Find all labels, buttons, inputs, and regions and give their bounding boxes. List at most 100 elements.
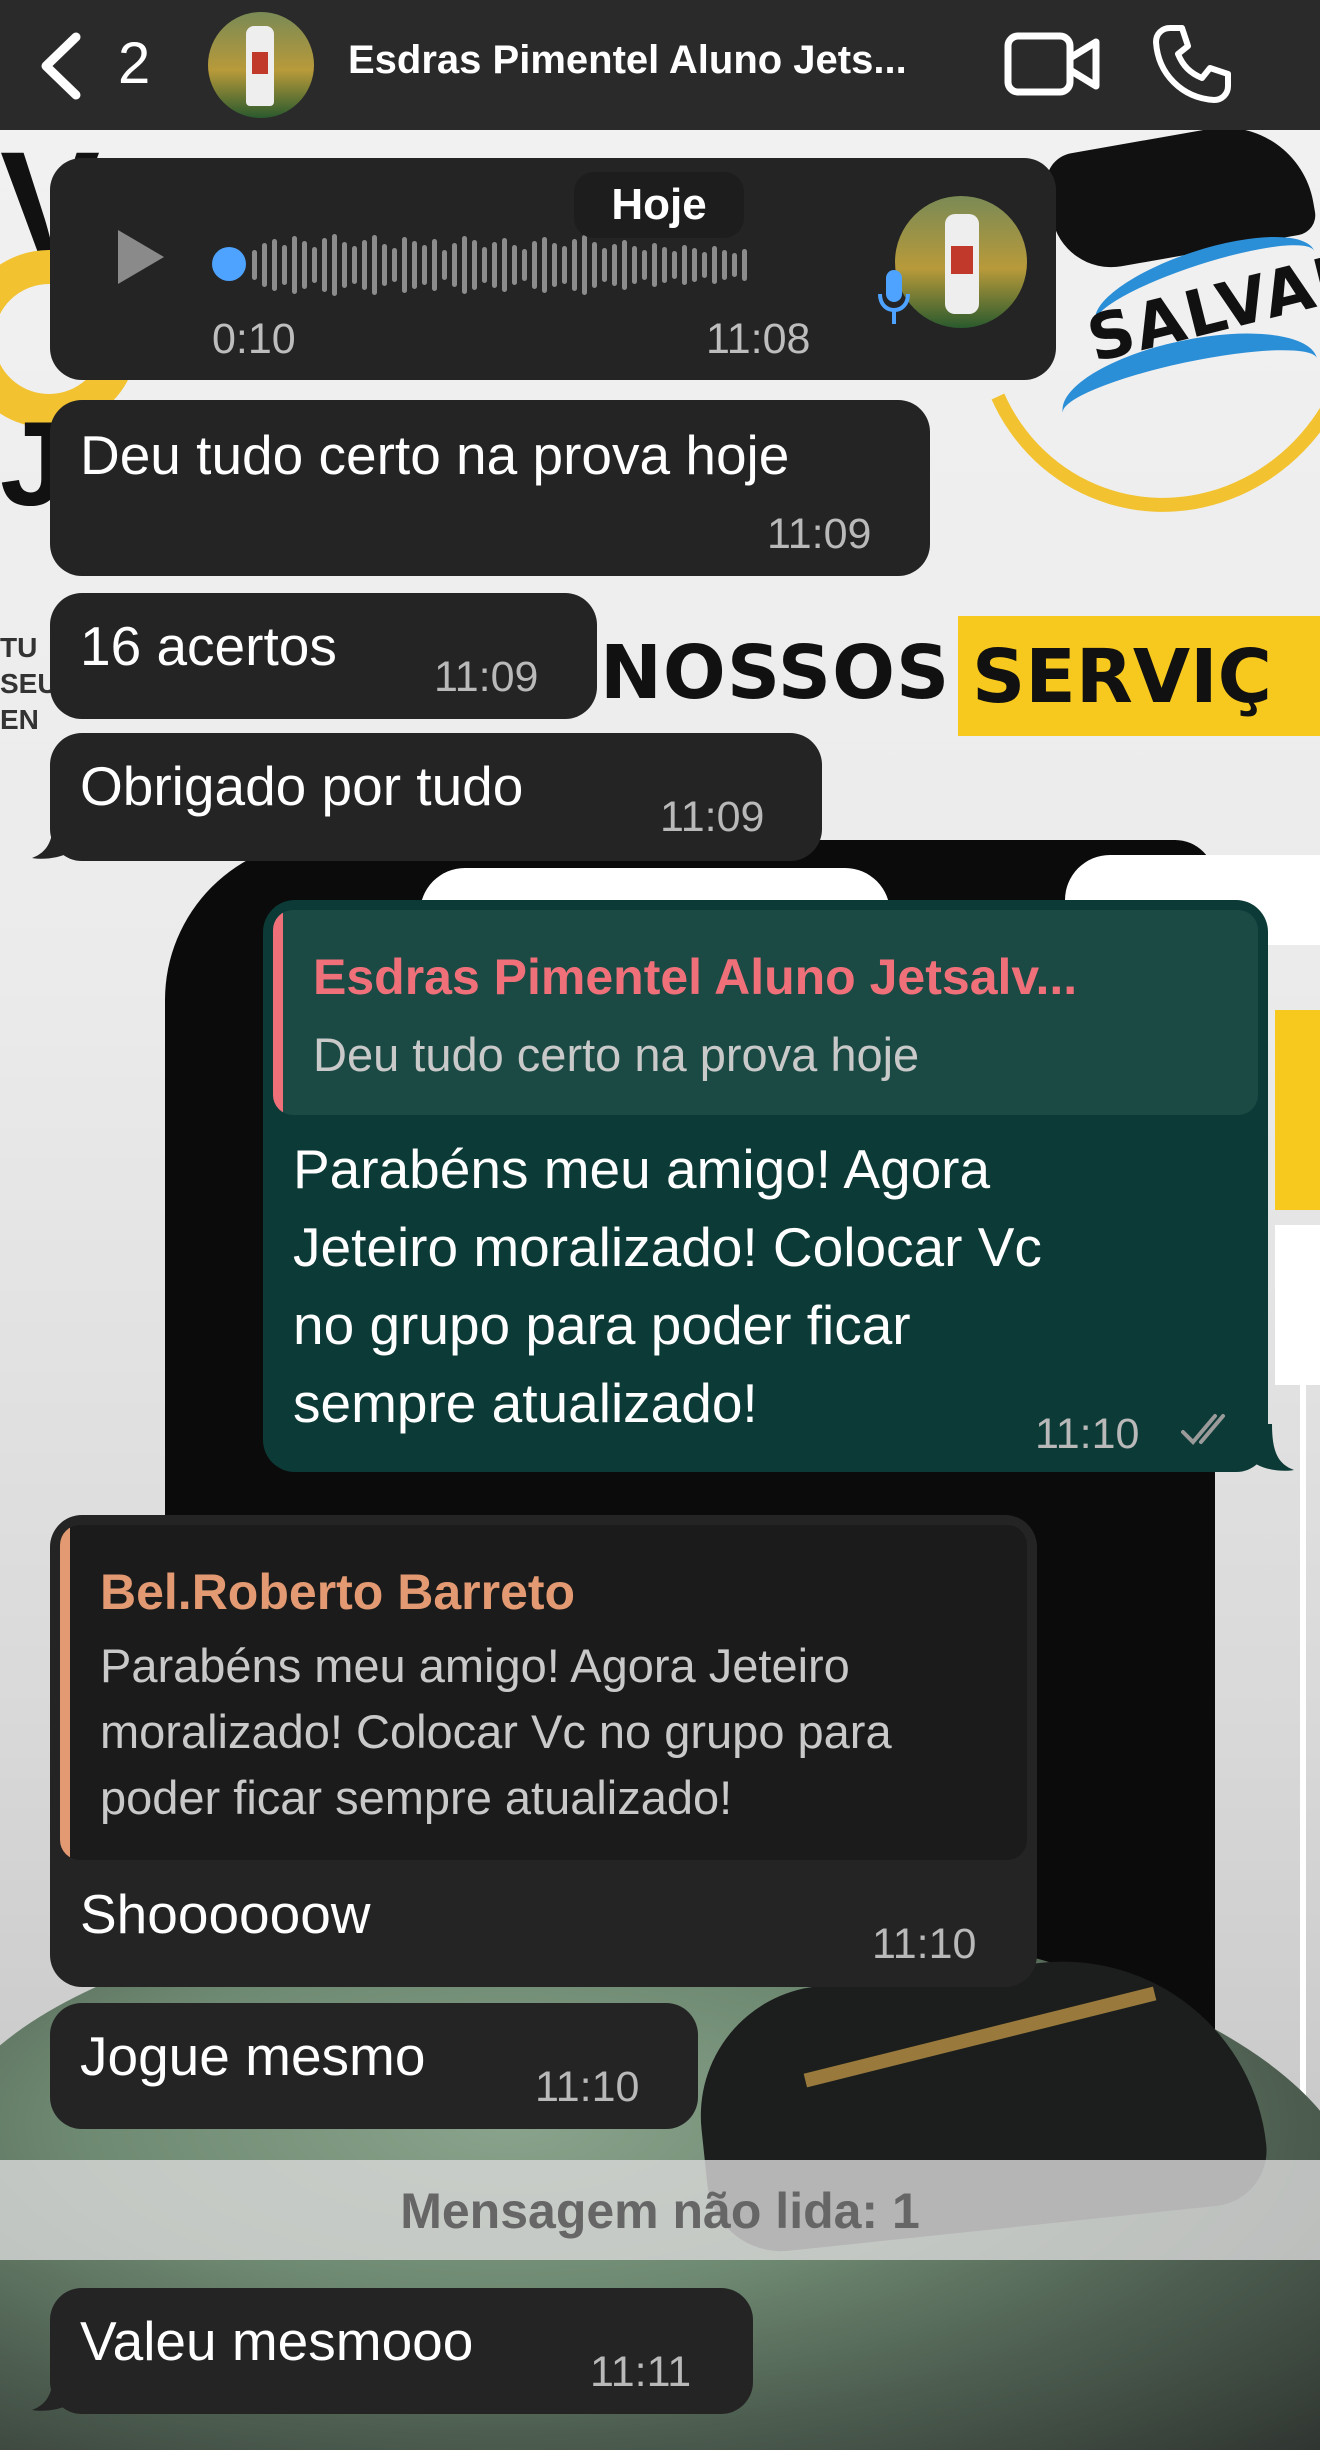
- message-text: 16 acertos: [80, 615, 337, 677]
- play-icon[interactable]: [118, 230, 164, 284]
- waveform-bar: [472, 240, 477, 290]
- waveform-bar: [322, 238, 327, 292]
- waveform-bar: [272, 239, 277, 291]
- waveform-bar: [722, 250, 727, 280]
- waveform-bar: [662, 247, 667, 283]
- waveform-bar: [432, 239, 437, 291]
- unread-chats-count[interactable]: 2: [118, 30, 150, 97]
- waveform-bar: [422, 245, 427, 285]
- wallpaper-graphic: TU SEU EN: [0, 632, 58, 735]
- waveform-bar: [292, 236, 297, 294]
- message-text-line: Jeteiro moralizado! Colocar Vc: [293, 1216, 1042, 1278]
- bubble-tail: [1256, 1424, 1294, 1471]
- reply-accent-bar: [273, 910, 283, 1115]
- waveform-bar: [632, 246, 637, 284]
- voice-waveform[interactable]: [252, 230, 832, 300]
- reply-accent-bar: [60, 1525, 70, 1860]
- playback-scrubber[interactable]: [212, 247, 246, 281]
- message-time: 11:09: [434, 653, 539, 701]
- waveform-bar: [412, 241, 417, 289]
- sender-avatar: [895, 196, 1027, 328]
- waveform-bar: [502, 238, 507, 292]
- waveform-bar: [352, 246, 357, 284]
- message-text: Shoooooow: [80, 1883, 371, 1945]
- waveform-bar: [262, 243, 267, 287]
- chat-header: 2 Esdras Pimentel Aluno Jets...: [0, 0, 1320, 130]
- waveform-bar: [362, 240, 367, 290]
- waveform-bar: [332, 234, 337, 296]
- reply-preview[interactable]: Esdras Pimentel Aluno Jetsalv... Deu tud…: [273, 910, 1258, 1115]
- waveform-bar: [622, 240, 627, 290]
- outgoing-message-bubble[interactable]: Esdras Pimentel Aluno Jetsalv... Deu tud…: [263, 900, 1268, 1472]
- message-time: 11:10: [872, 1920, 977, 1968]
- wallpaper-graphic: [1275, 1010, 1320, 1210]
- waveform-bar: [682, 245, 687, 285]
- waveform-bar: [582, 235, 587, 295]
- video-call-button[interactable]: [1004, 28, 1100, 105]
- message-bubble[interactable]: Deu tudo certo na prova hoje 11:09: [50, 400, 930, 576]
- waveform-bar: [302, 241, 307, 289]
- message-text-line: sempre atualizado!: [293, 1372, 758, 1434]
- waveform-bar: [672, 251, 677, 279]
- message-text: Jogue mesmo: [80, 2025, 426, 2087]
- waveform-bar: [382, 244, 387, 286]
- waveform-bar: [572, 239, 577, 291]
- waveform-bar: [742, 249, 747, 281]
- waveform-bar: [592, 242, 597, 288]
- unread-banner-text: Mensagem não lida: 1: [400, 2183, 920, 2239]
- wallpaper-graphic: NOSSOS: [600, 630, 951, 716]
- message-bubble[interactable]: Valeu mesmooo 11:11: [50, 2288, 753, 2414]
- message-text: Obrigado por tudo: [80, 755, 524, 817]
- waveform-bar: [312, 247, 317, 283]
- waveform-bar: [452, 243, 457, 287]
- message-time: 11:10: [1035, 1410, 1140, 1458]
- waveform-bar: [372, 235, 377, 295]
- waveform-bar: [562, 246, 567, 284]
- waveform-bar: [392, 248, 397, 282]
- message-time: 11:10: [535, 2063, 640, 2111]
- waveform-bar: [402, 237, 407, 293]
- waveform-bar: [652, 243, 657, 287]
- reply-text: Deu tudo certo na prova hoje: [313, 1028, 920, 1081]
- waveform-bar: [612, 244, 617, 286]
- waveform-bar: [642, 250, 647, 280]
- contact-name[interactable]: Esdras Pimentel Aluno Jets...: [348, 38, 907, 83]
- waveform-bar: [542, 237, 547, 293]
- waveform-bar: [462, 236, 467, 294]
- waveform-bar: [522, 249, 527, 281]
- phone-icon: [1153, 25, 1231, 103]
- waveform-bar: [732, 253, 737, 277]
- bubble-tail: [32, 812, 70, 859]
- waveform-bar: [532, 241, 537, 289]
- back-button[interactable]: [36, 26, 106, 106]
- video-camera-icon: [1004, 32, 1100, 96]
- reply-text-line: Parabéns meu amigo! Agora Jeteiro: [100, 1639, 850, 1692]
- waveform-bar: [512, 245, 517, 285]
- reply-preview[interactable]: Bel.Roberto Barreto Parabéns meu amigo! …: [60, 1525, 1027, 1860]
- waveform-bar: [602, 248, 607, 282]
- waveform-bar: [282, 245, 287, 285]
- double-check-icon: [1181, 1414, 1225, 1445]
- waveform-bar: [342, 242, 347, 288]
- wallpaper-graphic: [1275, 1225, 1320, 1385]
- bubble-tail: [32, 2364, 70, 2411]
- waveform-bar: [482, 247, 487, 283]
- message-text-line: Parabéns meu amigo! Agora: [293, 1138, 991, 1200]
- date-separator: Hoje: [574, 172, 744, 238]
- message-bubble[interactable]: Bel.Roberto Barreto Parabéns meu amigo! …: [50, 1515, 1037, 1987]
- voice-call-button[interactable]: [1150, 22, 1234, 111]
- message-bubble[interactable]: Obrigado por tudo 11:09: [50, 733, 822, 861]
- message-time: 11:09: [767, 510, 872, 558]
- message-bubble[interactable]: Jogue mesmo 11:10: [50, 2003, 698, 2129]
- wallpaper-graphic: SERVIÇ: [958, 616, 1320, 736]
- reply-sender-name: Esdras Pimentel Aluno Jetsalv...: [313, 949, 1078, 1005]
- message-time: 11:08: [706, 315, 811, 363]
- voice-duration: 0:10: [212, 315, 296, 363]
- message-text: Valeu mesmooo: [80, 2310, 474, 2372]
- message-bubble[interactable]: 16 acertos 11:09: [50, 593, 597, 719]
- contact-avatar[interactable]: [208, 12, 314, 118]
- reply-text-line: moralizado! Colocar Vc no grupo para: [100, 1705, 892, 1758]
- waveform-bar: [692, 248, 697, 282]
- message-time: 11:09: [660, 793, 765, 841]
- waveform-bar: [442, 250, 447, 280]
